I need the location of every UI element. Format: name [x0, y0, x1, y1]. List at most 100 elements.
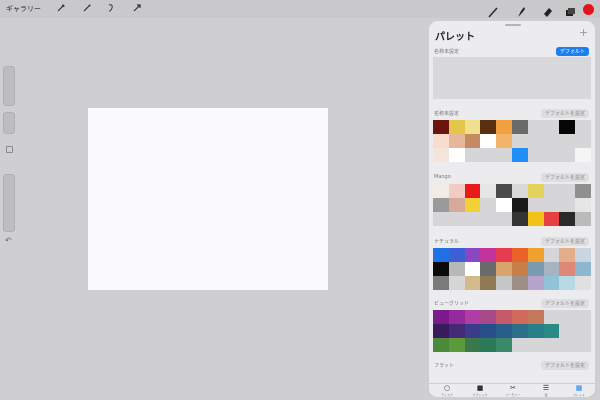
color-swatch[interactable] [543, 276, 560, 290]
selection-icon[interactable] [106, 3, 116, 13]
panel-grabber[interactable] [505, 24, 521, 26]
color-swatch[interactable] [433, 184, 449, 198]
color-swatch[interactable] [448, 198, 465, 212]
color-swatch[interactable] [575, 134, 591, 148]
color-swatch[interactable] [575, 262, 591, 276]
set-default-button[interactable]: デフォルトを設定 [540, 299, 589, 308]
set-default-button[interactable]: デフォルトを設定 [540, 361, 589, 370]
color-swatch[interactable] [496, 184, 512, 198]
color-swatch[interactable] [433, 134, 449, 148]
color-swatch[interactable] [528, 338, 544, 352]
color-swatch[interactable] [433, 310, 449, 324]
eraser-icon[interactable] [542, 3, 554, 17]
drawing-canvas[interactable] [88, 108, 328, 290]
color-swatch[interactable] [575, 120, 591, 134]
color-swatch[interactable] [575, 276, 591, 290]
color-swatch[interactable] [544, 198, 560, 212]
color-swatch[interactable] [512, 184, 528, 198]
color-swatch[interactable] [496, 148, 512, 162]
tab-palette[interactable]: ▦ パレット [563, 384, 595, 397]
color-swatch[interactable] [543, 324, 560, 338]
color-swatch[interactable] [480, 262, 497, 276]
color-swatch[interactable] [559, 324, 575, 338]
color-swatch[interactable] [449, 276, 465, 290]
color-swatch[interactable] [512, 134, 528, 148]
color-swatch[interactable] [544, 248, 560, 262]
color-swatch[interactable] [512, 324, 528, 338]
add-palette-icon[interactable]: + [579, 26, 588, 39]
color-swatch[interactable] [433, 262, 449, 276]
color-swatch[interactable] [512, 212, 528, 226]
color-swatch[interactable] [527, 276, 544, 290]
color-swatch[interactable] [496, 324, 512, 338]
color-swatch[interactable] [496, 120, 512, 134]
color-swatch[interactable] [527, 248, 544, 262]
color-swatch[interactable] [512, 198, 528, 212]
color-swatch[interactable] [496, 276, 512, 290]
set-default-button[interactable]: デフォルトを設定 [540, 173, 589, 182]
current-color-button[interactable] [583, 4, 594, 15]
color-swatch[interactable] [448, 338, 465, 352]
tab-harmony[interactable]: ✂ ハーモニー [497, 384, 529, 397]
color-swatch[interactable] [480, 276, 497, 290]
color-swatch[interactable] [448, 134, 465, 148]
color-swatch[interactable] [575, 324, 591, 338]
color-swatch[interactable] [448, 184, 465, 198]
color-swatch[interactable] [464, 198, 481, 212]
color-swatch[interactable] [480, 310, 497, 324]
color-swatch[interactable] [464, 134, 481, 148]
color-swatch[interactable] [559, 276, 576, 290]
color-swatch[interactable] [528, 148, 544, 162]
color-swatch[interactable] [448, 248, 465, 262]
color-swatch[interactable] [480, 148, 496, 162]
color-swatch[interactable] [496, 212, 512, 226]
color-swatch[interactable] [575, 184, 591, 198]
color-swatch[interactable] [512, 148, 528, 162]
color-swatch[interactable] [559, 198, 575, 212]
color-swatch[interactable] [544, 148, 560, 162]
color-swatch[interactable] [528, 134, 544, 148]
palette-name[interactable]: フラット [434, 362, 454, 369]
color-swatch[interactable] [512, 262, 528, 276]
layers-icon[interactable] [564, 3, 576, 16]
color-swatch[interactable] [433, 248, 449, 262]
color-swatch[interactable] [544, 120, 560, 134]
color-swatch[interactable] [544, 310, 560, 324]
color-swatch[interactable] [465, 148, 481, 162]
color-swatch[interactable] [575, 212, 591, 226]
color-swatch[interactable] [512, 248, 528, 262]
color-swatch[interactable] [559, 120, 576, 134]
color-swatch[interactable] [544, 134, 560, 148]
opacity-slider[interactable] [3, 174, 15, 232]
brush-icon[interactable] [487, 3, 499, 18]
palette-name[interactable]: 名称未設定 [434, 110, 459, 117]
transform-icon[interactable] [132, 3, 142, 13]
color-swatch[interactable] [433, 338, 449, 352]
color-swatch[interactable] [480, 248, 497, 262]
color-swatch[interactable] [464, 324, 481, 338]
color-swatch[interactable] [480, 338, 497, 352]
color-swatch[interactable] [464, 310, 481, 324]
color-swatch[interactable] [496, 198, 512, 212]
color-swatch[interactable] [512, 276, 528, 290]
color-swatch[interactable] [559, 248, 576, 262]
color-swatch[interactable] [575, 198, 591, 212]
color-swatch[interactable] [496, 310, 512, 324]
color-swatch[interactable] [559, 148, 575, 162]
color-swatch[interactable] [496, 338, 512, 352]
color-swatch[interactable] [464, 338, 481, 352]
color-swatch[interactable] [496, 134, 512, 148]
color-swatch[interactable] [575, 148, 591, 162]
palette-name[interactable]: Mango [434, 174, 451, 180]
color-swatch[interactable] [464, 120, 481, 134]
color-swatch[interactable] [544, 184, 560, 198]
color-swatch[interactable] [448, 148, 465, 162]
color-swatch[interactable] [559, 338, 575, 352]
color-swatch[interactable] [433, 148, 449, 162]
color-swatch[interactable] [448, 324, 465, 338]
color-swatch[interactable] [448, 310, 465, 324]
color-swatch[interactable] [496, 248, 512, 262]
color-swatch[interactable] [512, 310, 528, 324]
color-swatch[interactable] [512, 120, 528, 134]
color-swatch[interactable] [464, 248, 481, 262]
